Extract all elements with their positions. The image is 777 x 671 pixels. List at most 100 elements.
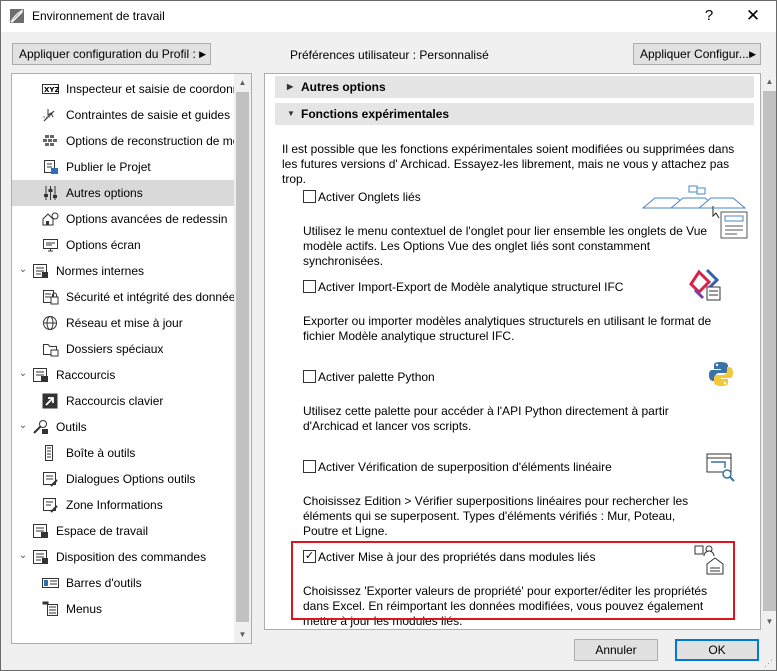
tools-icon [33,420,48,434]
tree-item-menus[interactable]: Menus [12,596,236,622]
tree-item-label: Sécurité et intégrité des données [66,290,242,304]
security-icon [43,290,59,305]
tree-item-special-folders[interactable]: Dossiers spéciaux [12,336,236,362]
tree-item-toolbox[interactable]: Boîte à outils [12,440,236,466]
section-title: Autres options [301,80,386,94]
sliders-icon [44,186,57,200]
tree-item-label: Options écran [66,238,141,252]
tree-item-label: Espace de travail [56,524,149,538]
standards-icon [33,264,48,278]
option-label: Activer palette Python [318,370,435,384]
tree-item-label: Réseau et mise à jour [66,316,183,330]
python-palette-checkbox[interactable] [303,370,316,383]
section-title: Fonctions expérimentales [301,107,450,121]
settings-tree[interactable]: XYZ Inspecteur et saisie de coordonn Con… [11,73,252,644]
redraw-icon [42,212,59,226]
ok-button[interactable]: OK [675,639,759,661]
dialog-window: Environnement de travail ? ✕ Appliquer c… [0,0,777,671]
linked-tabs-checkbox[interactable] [303,190,316,203]
tree-item-label: Dialogues Options outils [66,472,196,486]
tree-item-other-options[interactable]: Autres options [12,180,236,206]
linear-overlap-checkbox[interactable] [303,460,316,473]
archicad-app-icon [10,9,24,23]
chevron-down-icon[interactable]: ⌄ [17,264,29,276]
menus-icon [42,601,58,616]
tree-item-keyboard-shortcuts[interactable]: Raccourcis clavier [12,388,236,414]
section-experimental[interactable]: ▼ Fonctions expérimentales [275,103,754,125]
tree-item-screen[interactable]: Options écran [12,232,236,258]
tree-item-redraw[interactable]: Options avancées de redessin [12,206,236,232]
tree-item-label: Zone Informations [66,498,163,512]
section-other-options[interactable]: ▶ Autres options [275,76,754,98]
scroll-down-icon[interactable]: ▼ [234,626,251,643]
tree-item-standards[interactable]: ⌄ Normes internes [12,258,236,284]
ifc-structural-checkbox[interactable] [303,280,316,293]
chevron-down-icon[interactable]: ⌄ [17,550,29,562]
tree-item-toolbars[interactable]: Barres d'outils [12,570,236,596]
window-title: Environnement de travail [32,9,165,23]
workspace-icon [33,524,48,538]
tree-item-label: Disposition des commandes [56,550,207,564]
scroll-up-icon[interactable]: ▲ [761,73,777,90]
apply-profile-label: Appliquer configuration du Profil : [19,47,196,61]
expand-arrow-icon: ▶ [287,82,294,91]
folder-icon [43,344,59,357]
tree-item-info-box[interactable]: Zone Informations [12,492,236,518]
tree-item-shortcuts[interactable]: ⌄ Raccourcis [12,362,236,388]
guides-icon [43,109,55,122]
tree-item-security[interactable]: Sécurité et intégrité des données [12,284,241,310]
user-prefs-label: Préférences utilisateur : Personnalisé [290,48,489,62]
chevron-down-icon[interactable]: ⌄ [17,420,29,432]
tree-scrollbar[interactable]: ▲ ▼ [234,74,251,643]
tree-item-publish[interactable]: Publier le Projet [12,154,236,180]
resize-grip-icon[interactable]: ⋰ [764,658,774,668]
scroll-thumb[interactable] [763,91,776,611]
svg-text:XYZ: XYZ [44,86,59,94]
xyz-icon: XYZ [42,84,59,94]
close-button[interactable]: ✕ [741,5,765,27]
tree-item-tool-dialogs[interactable]: Dialogues Options outils [12,466,236,492]
chevron-down-icon[interactable]: ⌄ [17,368,29,380]
tree-item-workspace[interactable]: Espace de travail [12,518,236,544]
shortcut-arrow-icon [42,393,58,409]
toolbox-icon [45,445,53,461]
cancel-button[interactable]: Annuler [574,639,658,661]
apply-config-label: Appliquer Configur... [640,47,749,61]
overlap-check-icon [706,453,735,482]
option-label: Activer Onglets liés [318,190,421,204]
shortcuts-icon [33,368,48,382]
linked-tabs-illustration-icon [641,185,748,239]
rebuild-icon [43,135,57,146]
option-description: Choisissez Edition > Vérifier superposit… [303,494,689,538]
tree-item-rebuild[interactable]: Options de reconstruction de mo [12,128,239,154]
globe-icon [43,316,57,330]
experimental-intro: Il est possible que les fonctions expéri… [282,142,735,186]
tree-item-inspector[interactable]: XYZ Inspecteur et saisie de coordonn [12,76,239,102]
scroll-down-icon[interactable]: ▼ [761,613,777,630]
options-scrollbar[interactable]: ▲ ▼ [761,73,777,630]
help-button[interactable]: ? [697,5,721,27]
scroll-up-icon[interactable]: ▲ [234,74,251,91]
scroll-thumb[interactable] [236,92,249,622]
option-description: Utilisez cette palette pour accéder à l'… [303,404,669,433]
commands-icon [33,550,48,564]
apply-config-button[interactable]: Appliquer Configur... ▶ [633,43,761,65]
tree-item-label: Raccourcis clavier [66,394,164,408]
tree-item-label: Publier le Projet [66,160,151,174]
tree-item-network[interactable]: Réseau et mise à jour [12,310,236,336]
tree-item-command-layout[interactable]: ⌄ Disposition des commandes [12,544,236,570]
publish-icon [44,160,58,174]
option-label: Activer Vérification de superposition d'… [318,460,612,474]
tree-item-label: Options avancées de redessin [66,212,228,226]
apply-profile-button[interactable]: Appliquer configuration du Profil : ▶ [12,43,211,65]
dialog-icon [43,472,58,487]
info-box-icon [43,498,58,513]
highlight-box [291,541,735,620]
tree-item-tools[interactable]: ⌄ Outils [12,414,236,440]
tree-item-label: Boîte à outils [66,446,136,460]
submenu-arrow-icon: ▶ [749,49,756,59]
tree-item-label: Raccourcis [56,368,116,382]
toolbars-icon [42,578,59,588]
tree-item-constraints[interactable]: Contraintes de saisie et guides [12,102,236,128]
tree-item-label: Autres options [66,186,143,200]
